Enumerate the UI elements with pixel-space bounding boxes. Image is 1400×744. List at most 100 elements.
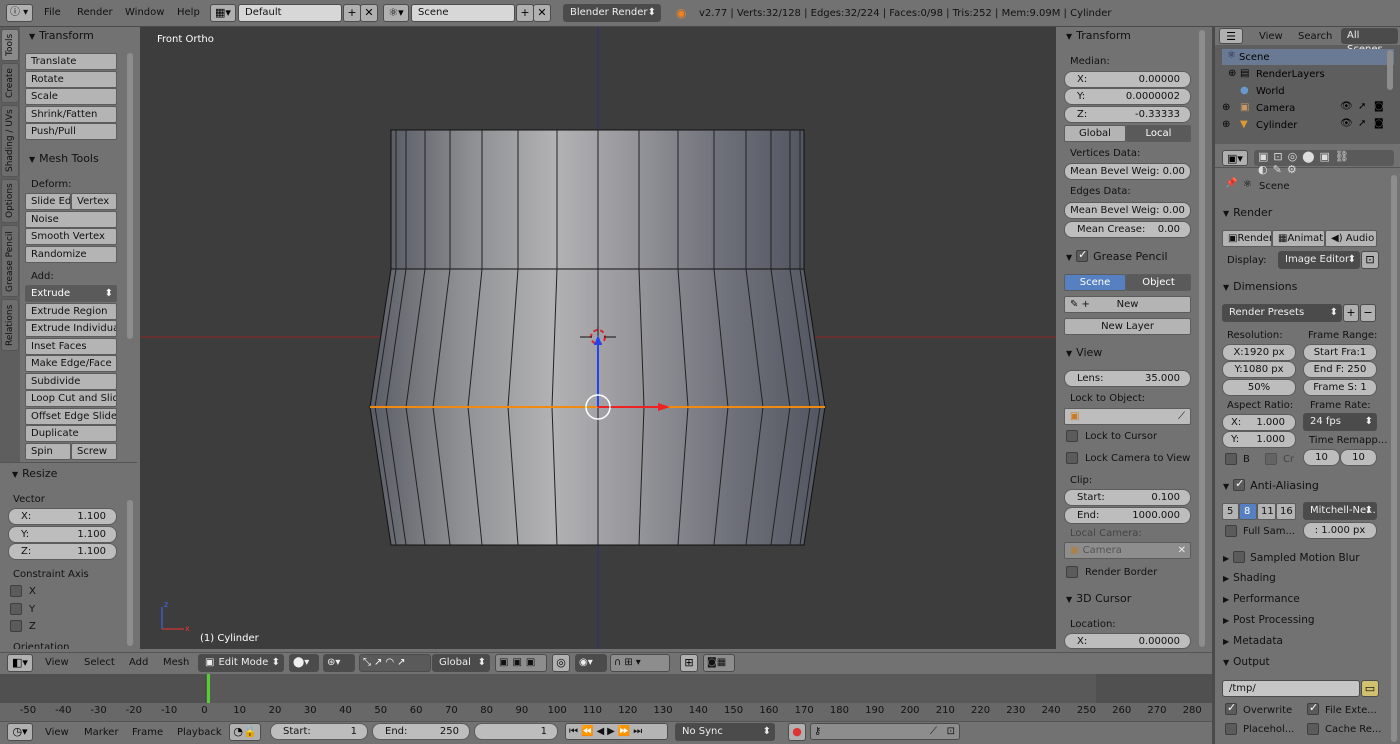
constraint-y-checkbox[interactable] [10,603,22,615]
screen-layout-icon[interactable]: ▦▾ [210,4,236,22]
constraint-z-checkbox[interactable] [10,620,22,632]
display-dropdown[interactable]: Image Editor ⬍ [1278,251,1360,269]
file-extensions-checkbox[interactable] [1307,701,1319,715]
resize-y-field[interactable]: Y: 1.100 [8,526,117,543]
remap-new-field[interactable]: 10 [1340,449,1377,466]
viewport-type-icon[interactable]: ◧▾ [7,654,33,672]
lock-camera-checkbox[interactable] [1066,452,1078,464]
3d-cursor-header[interactable]: ▼ 3D Cursor [1066,592,1131,605]
layers-icon[interactable]: ▣▣▣ [499,657,539,668]
start-frame-input[interactable]: Start: 1 [270,723,368,740]
extrude-dropdown[interactable]: Extrude ⬍ [25,285,117,302]
render-camera-icon[interactable]: ◙ [1374,101,1384,112]
playback-controls[interactable]: ⏮⏪◀▶⏩⏭ [565,723,668,740]
animation-button[interactable]: ▦Animati [1272,230,1325,247]
tool-shelf-scrollbar[interactable] [127,53,133,339]
noise-button[interactable]: Noise [25,211,117,228]
tab-options[interactable]: Options [1,179,19,223]
offset-edge-slide-button[interactable]: Offset Edge Slide [25,408,117,425]
timeline[interactable] [0,674,1212,721]
menu-window[interactable]: Window [125,7,164,18]
start-frame-field[interactable]: Start Fra:1 [1303,344,1377,361]
expand-icon[interactable]: ⊕ [1222,102,1230,113]
manipulator-toggles[interactable]: ⤡↗◠↗ [359,654,431,672]
cursor-select-icon[interactable]: ➚ [1358,118,1366,129]
grease-pencil-checkbox[interactable] [1076,248,1089,262]
menu-render[interactable]: Render [77,7,113,18]
gp-new-button[interactable]: ✎ + New [1064,296,1191,313]
render-engine-dropdown[interactable]: Blender Render ⬍ [563,4,661,22]
view-panel-header[interactable]: ▼ View [1066,346,1102,359]
scale-button[interactable]: Scale [25,88,117,105]
tab-tools[interactable]: Tools [1,29,19,61]
viewport-canvas[interactable]: z x [140,27,1056,649]
scene-field[interactable]: Scene [411,4,515,22]
aspect-x-field[interactable]: X: 1.000 [1222,414,1296,431]
expand-icon[interactable]: ⊕ [1222,119,1230,130]
loop-cut-button[interactable]: Loop Cut and Slide [25,390,117,407]
render-presets-dropdown[interactable]: Render Presets ⬍ [1222,304,1342,322]
remove-layout-button[interactable]: ✕ [360,4,378,22]
aa-samples-8[interactable]: 8 [1239,503,1257,520]
render-panel-header[interactable]: ▼ Render [1223,206,1272,219]
aa-samples-5[interactable]: 5 [1222,503,1239,520]
outliner-scrollbar[interactable] [1387,50,1393,90]
resolution-y-field[interactable]: Y:1080 px [1222,361,1296,378]
mean-crease-field[interactable]: Mean Crease: 0.00 [1064,221,1191,238]
keying-set-field[interactable]: ⚷ ⟋ ⊡ [810,723,960,740]
add-scene-button[interactable]: + [516,4,534,22]
resize-z-field[interactable]: Z: 1.100 [8,543,117,560]
end-frame-field[interactable]: End F: 250 [1303,361,1377,378]
lock-interface-icon[interactable]: ⊡ [1361,251,1379,269]
proportional-edit-icon[interactable]: ◎ [552,654,570,672]
outliner-row-cylinder[interactable]: ⊕ ▼ Cylinder 👁 ➚ ◙ [1222,118,1394,131]
render-border-checkbox[interactable] [1066,566,1078,578]
delete-keyframe-icon[interactable]: ⊡ [947,724,955,740]
folder-icon[interactable]: ▭ [1361,680,1379,697]
outliner-row-scene[interactable]: ⚛ Scene [1222,49,1394,65]
transform-panel-header[interactable]: ▼ Transform [29,29,94,42]
post-processing-panel-header[interactable]: ▶ Post Processing [1223,614,1315,626]
add-preset-button[interactable]: + [1343,304,1359,322]
lens-field[interactable]: Lens: 35.000 [1064,370,1191,387]
3d-viewport[interactable]: z x [140,27,1056,649]
magnet-icon[interactable]: ∩⊞▾ [614,657,644,668]
remap-old-field[interactable]: 10 [1303,449,1340,466]
slide-vertex-button[interactable]: Vertex [71,193,117,210]
new-layer-button[interactable]: New Layer [1064,318,1191,335]
outliner-search-menu[interactable]: Search [1298,31,1332,42]
pin-icon[interactable]: 📌 [1225,178,1237,189]
tab-create[interactable]: Create [1,63,19,103]
render-button[interactable]: ▣Render [1222,230,1272,247]
menu-help[interactable]: Help [177,7,200,18]
push-pull-button[interactable]: Push/Pull [25,123,117,140]
median-z-field[interactable]: Z: -0.33333 [1064,106,1191,123]
resolution-x-field[interactable]: X:1920 px [1222,344,1296,361]
clip-end-field[interactable]: End: 1000.000 [1064,507,1191,524]
n-panel-scrollbar[interactable] [1199,30,1205,647]
screen-layout-field[interactable]: Default [238,4,342,22]
inset-faces-button[interactable]: Inset Faces [25,338,117,355]
aspect-y-field[interactable]: Y: 1.000 [1222,431,1296,448]
remove-preset-button[interactable]: − [1360,304,1376,322]
timeline-frame-menu[interactable]: Frame [132,727,163,738]
gp-object-toggle[interactable]: Object [1126,274,1191,291]
n-transform-header[interactable]: ▼ Transform [1066,29,1131,42]
resolution-percent-field[interactable]: 50% [1222,379,1296,396]
mesh-tools-panel-header[interactable]: ▼ Mesh Tools [29,152,99,165]
translate-button[interactable]: Translate [25,53,117,70]
render-camera-icon[interactable]: ◙ [1374,118,1384,129]
rotate-button[interactable]: Rotate [25,71,117,88]
shading-mode-dropdown[interactable]: ⬤▾ [289,654,319,672]
local-toggle[interactable]: Local [1126,125,1191,142]
cursor-x-field[interactable]: X: 0.00000 [1064,633,1191,649]
preview-range-icon[interactable]: ◔🔒 [229,723,261,741]
tab-shading-uvs[interactable]: Shading / UVs [1,105,19,177]
subdivide-button[interactable]: Subdivide [25,373,117,390]
metadata-panel-header[interactable]: ▶ Metadata [1223,635,1283,647]
spin-button[interactable]: Spin [25,443,71,460]
eye-icon[interactable]: 👁 [1340,101,1353,112]
record-icon[interactable]: ● [788,723,806,741]
end-frame-input[interactable]: End: 250 [372,723,470,740]
occlude-geometry-icon[interactable]: ⊞ [680,654,698,672]
